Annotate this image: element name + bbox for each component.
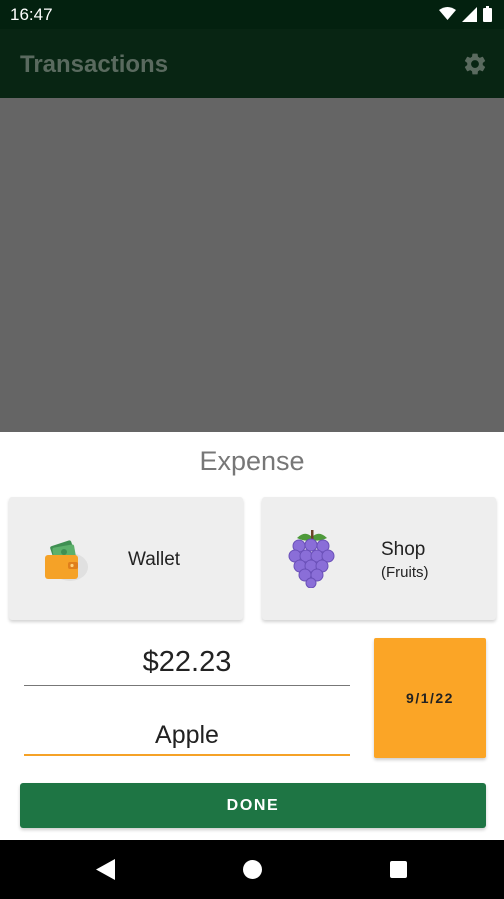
category-label: Shop [381, 539, 426, 560]
date-button[interactable]: 9/1/22 [374, 638, 486, 758]
grape-icon [288, 530, 335, 588]
amount-underline [24, 685, 350, 686]
status-bar: 16:47 [0, 0, 504, 29]
recents-icon[interactable] [390, 861, 407, 878]
account-card[interactable]: Wallet [9, 497, 243, 620]
navigation-bar [0, 840, 504, 899]
status-icons [439, 6, 492, 22]
note-input[interactable]: Apple [24, 721, 350, 750]
sheet-title: Expense [199, 446, 305, 476]
battery-icon [483, 6, 492, 22]
signal-icon [462, 6, 477, 22]
category-card[interactable]: Shop (Fruits) [262, 497, 496, 620]
wifi-icon [439, 7, 456, 20]
amount-input[interactable]: $22.23 [24, 646, 350, 679]
wallet-icon [45, 540, 88, 581]
app-title: Transactions [20, 51, 169, 78]
category-sublabel: (Fruits) [381, 564, 429, 581]
gear-icon[interactable] [462, 51, 488, 77]
account-label: Wallet [128, 549, 181, 570]
modal-scrim[interactable] [0, 98, 504, 432]
app-bar: Transactions [0, 29, 504, 98]
expense-sheet: Expense Wallet Shop (Fruits) $22.23 Appl… [0, 432, 504, 840]
status-time: 16:47 [10, 5, 53, 24]
back-icon[interactable] [96, 859, 115, 880]
note-underline [24, 754, 350, 756]
done-button[interactable]: DONE [20, 783, 486, 828]
home-icon[interactable] [243, 860, 262, 879]
